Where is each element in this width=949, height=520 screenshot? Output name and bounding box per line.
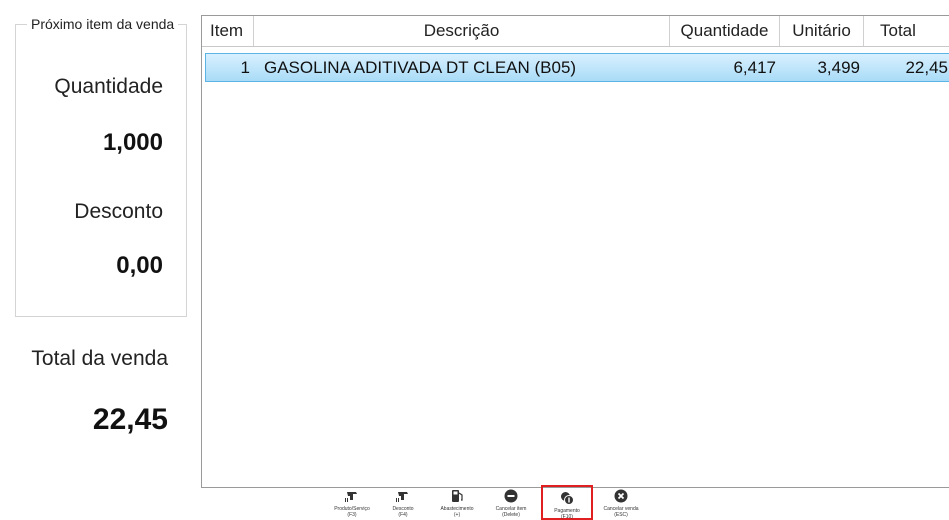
discount-button[interactable]: Desconto (F4) [381, 485, 425, 520]
row-item-number: 1 [240, 58, 250, 77]
column-header-unit-price[interactable]: Unitário [780, 16, 864, 46]
row-total: 22,45 [905, 58, 948, 77]
minus-circle-icon [504, 489, 518, 503]
cancel-sale-button[interactable]: Cancelar venda (ESC) [595, 485, 647, 520]
discount-label: Desconto [74, 200, 163, 223]
row-description: GASOLINA ADITIVADA DT CLEAN (B05) [264, 58, 577, 77]
fueling-button[interactable]: Abastecimento (+) [429, 485, 485, 520]
table-row[interactable]: 1 GASOLINA ADITIVADA DT CLEAN (B05) 6,41… [205, 53, 949, 82]
fueling-key: (+) [453, 512, 461, 518]
column-header-quantity[interactable]: Quantidade [670, 16, 780, 46]
quantity-value: 1,000 [102, 129, 163, 156]
quantity-label: Quantidade [54, 75, 163, 98]
next-item-title: Próximo item da venda [27, 16, 179, 32]
cancel-item-button[interactable]: Cancelar item (Delete) [488, 485, 534, 520]
barcode-scanner-icon [345, 492, 357, 502]
column-header-description[interactable]: Descrição [254, 16, 670, 46]
product-service-key: (F3) [347, 512, 357, 518]
barcode-scanner-icon [396, 492, 408, 502]
money-icon [561, 492, 574, 505]
column-header-item[interactable]: Item [202, 16, 254, 46]
fuel-pump-icon [452, 490, 463, 502]
payment-button[interactable]: Pagamento (F10) [541, 485, 593, 520]
product-service-button[interactable]: Produto/Serviço (F3) [323, 485, 381, 520]
discount-button-key: (F4) [398, 512, 408, 518]
cancel-item-key: (Delete) [502, 512, 520, 518]
row-unit-price: 3,499 [817, 58, 860, 77]
sale-total-value: 22,45 [92, 403, 168, 436]
grid-header: Item Descrição Quantidade Unitário Total [202, 16, 949, 47]
close-circle-icon [614, 489, 628, 503]
sale-total-label: Total da venda [31, 347, 168, 370]
discount-value: 0,00 [116, 252, 163, 279]
column-header-total[interactable]: Total [864, 16, 949, 46]
items-grid[interactable]: Item Descrição Quantidade Unitário Total… [201, 15, 949, 488]
payment-key: (F10) [561, 514, 573, 520]
row-quantity: 6,417 [733, 58, 776, 77]
cancel-sale-key: (ESC) [614, 512, 628, 518]
